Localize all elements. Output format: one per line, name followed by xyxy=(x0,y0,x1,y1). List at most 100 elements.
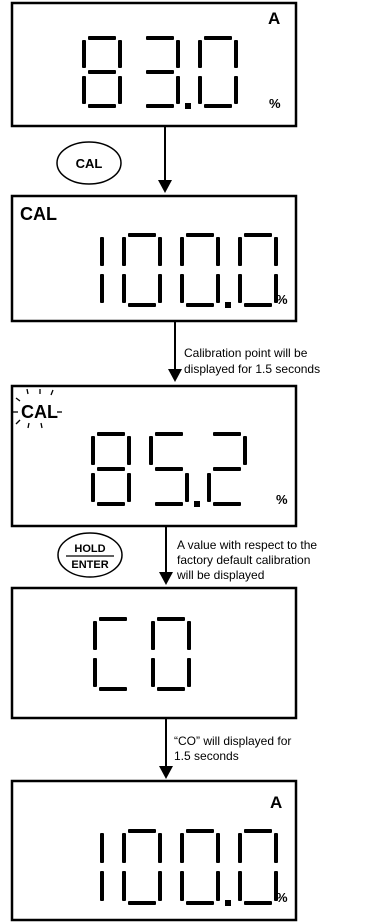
segment-a xyxy=(99,617,127,621)
segment-a xyxy=(186,233,214,237)
segment-f xyxy=(93,621,97,650)
step-1: CAL xyxy=(56,126,172,193)
segment-g xyxy=(155,467,183,471)
segment-f xyxy=(180,237,184,266)
decimal-point xyxy=(194,501,200,507)
segment-d xyxy=(99,687,127,691)
segment-e xyxy=(151,658,155,687)
segment-a xyxy=(97,432,125,436)
segment-g xyxy=(146,70,174,74)
segment-a xyxy=(186,829,214,833)
segment-c xyxy=(127,473,131,502)
segment-b xyxy=(216,833,220,863)
segment-e xyxy=(238,274,242,303)
step-note-line: factory default calibration xyxy=(177,553,310,567)
segment-e xyxy=(91,473,95,502)
cal-indicator-blinking: CAL xyxy=(21,402,58,422)
step-3: HOLD ENTER A value with respect to the f… xyxy=(57,526,317,585)
unit-label: % xyxy=(276,890,288,905)
segment-f xyxy=(82,40,86,68)
segment-d xyxy=(128,901,156,905)
segment-d xyxy=(244,901,272,905)
decimal-point xyxy=(225,302,231,308)
corner-label: A xyxy=(270,793,282,812)
down-arrow-icon xyxy=(168,369,182,382)
segment-d xyxy=(146,104,174,108)
step-2: Calibration point will be displayed for … xyxy=(168,321,320,382)
segment-d xyxy=(97,502,125,506)
segment-e xyxy=(207,473,211,502)
segment-c xyxy=(216,871,220,901)
cal-button[interactable]: CAL xyxy=(56,141,122,185)
segment-e xyxy=(122,274,126,303)
segment-c xyxy=(100,274,104,303)
segment-e xyxy=(238,871,242,901)
unit-label: % xyxy=(276,492,288,507)
segment-a xyxy=(204,36,232,40)
lcd-screen-2: CAL % xyxy=(10,194,298,323)
segment-g xyxy=(97,467,125,471)
segment-b xyxy=(274,833,278,863)
segment-f xyxy=(91,436,95,465)
segment-f xyxy=(238,237,242,266)
segment-c xyxy=(158,274,162,303)
hold-enter-button[interactable]: HOLD ENTER xyxy=(57,532,123,578)
segment-d xyxy=(186,901,214,905)
segment-e xyxy=(180,274,184,303)
segment-a xyxy=(128,233,156,237)
segment-c xyxy=(234,76,238,104)
segment-d xyxy=(204,104,232,108)
cal-indicator: CAL xyxy=(20,204,57,224)
cal-button-label: CAL xyxy=(76,156,103,171)
segment-e xyxy=(198,76,202,104)
segment-a xyxy=(128,829,156,833)
segment-e xyxy=(180,871,184,901)
enter-label: ENTER xyxy=(71,559,108,571)
unit-label: % xyxy=(276,292,288,307)
segment-d xyxy=(128,303,156,307)
segment-c xyxy=(187,658,191,687)
segment-c xyxy=(118,76,122,104)
segment-a xyxy=(244,829,272,833)
segment-b xyxy=(118,40,122,68)
unit-label: % xyxy=(269,96,281,111)
segment-f xyxy=(238,833,242,863)
segment-e xyxy=(93,658,97,687)
hold-label: HOLD xyxy=(74,543,105,555)
segment-c xyxy=(176,76,180,104)
segment-d xyxy=(186,303,214,307)
segment-a xyxy=(213,432,241,436)
segment-d xyxy=(155,502,183,506)
calibration-flow-diagram: A % CAL CAL % Calibration point will be … xyxy=(10,1,320,922)
step-4: “CO” will displayed for 1.5 seconds xyxy=(159,718,291,779)
segment-b xyxy=(176,40,180,68)
segment-f xyxy=(122,237,126,266)
segment-d xyxy=(88,104,116,108)
segment-b xyxy=(216,237,220,266)
segment-a xyxy=(155,432,183,436)
lcd-screen-5: A % xyxy=(10,779,298,922)
segment-c xyxy=(100,871,104,901)
lcd-screen-1: A % xyxy=(10,1,298,128)
segment-b xyxy=(100,833,104,863)
lcd-screen-3: CAL % xyxy=(10,384,298,528)
down-arrow-icon xyxy=(159,572,173,585)
down-arrow-icon xyxy=(159,766,173,779)
segment-g xyxy=(88,70,116,74)
segment-a xyxy=(146,36,174,40)
segment-f xyxy=(198,40,202,68)
segment-d xyxy=(244,303,272,307)
segment-g xyxy=(213,467,241,471)
segment-a xyxy=(157,617,185,621)
segment-c xyxy=(216,274,220,303)
segment-d xyxy=(157,687,185,691)
step-note-line: Calibration point will be xyxy=(184,346,308,360)
segment-b xyxy=(127,436,131,465)
segment-c xyxy=(185,473,189,502)
segment-b xyxy=(100,237,104,266)
segment-b xyxy=(234,40,238,68)
segment-e xyxy=(122,871,126,901)
decimal-point xyxy=(185,103,191,109)
segment-a xyxy=(88,36,116,40)
segment-d xyxy=(213,502,241,506)
